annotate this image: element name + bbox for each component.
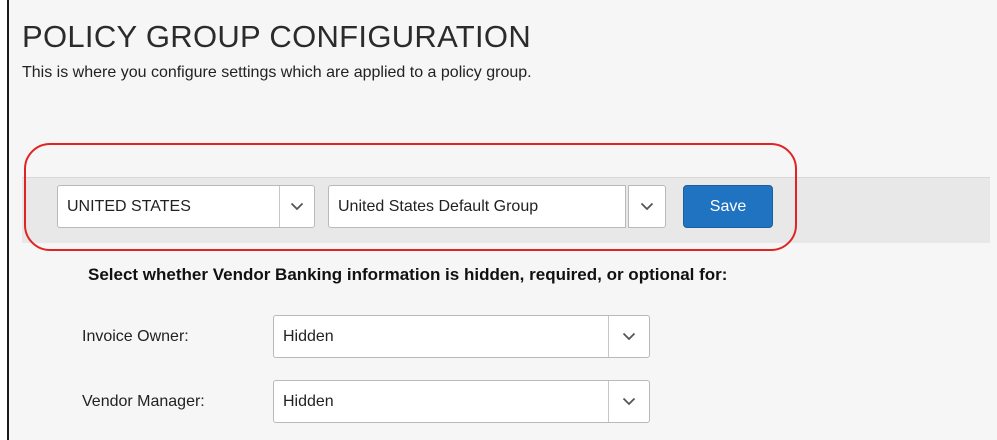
vendor-manager-label: Vendor Manager: <box>82 393 205 410</box>
policy-group-select-value: United States Default Group <box>328 185 626 228</box>
country-select[interactable]: UNITED STATES <box>57 185 315 228</box>
chevron-down-icon[interactable] <box>608 316 649 357</box>
invoice-owner-select-value: Hidden <box>283 327 334 345</box>
invoice-owner-label: Invoice Owner: <box>82 328 189 345</box>
vendor-manager-select-value: Hidden <box>283 392 334 410</box>
country-select-value: UNITED STATES <box>67 197 191 215</box>
page-title: POLICY GROUP CONFIGURATION <box>22 19 532 54</box>
save-button[interactable]: Save <box>683 185 773 228</box>
policy-group-select[interactable]: United States Default Group <box>328 185 666 228</box>
chevron-down-icon[interactable] <box>628 185 666 228</box>
chevron-down-icon[interactable] <box>608 381 649 422</box>
vendor-banking-heading: Select whether Vendor Banking informatio… <box>88 265 728 284</box>
invoice-owner-select[interactable]: Hidden <box>273 315 650 358</box>
vendor-manager-select[interactable]: Hidden <box>273 380 650 423</box>
chevron-down-icon[interactable] <box>279 186 314 227</box>
page-subtitle: This is where you configure settings whi… <box>22 64 532 81</box>
